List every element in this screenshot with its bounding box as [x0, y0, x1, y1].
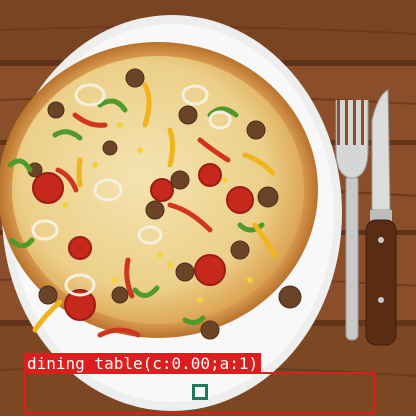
green-square-marker — [192, 384, 208, 400]
detection-label: dining table(c:0.00;a:1) — [24, 353, 262, 374]
photo-scene: dining table(c:0.00;a:1) — [0, 0, 416, 416]
pizza — [0, 42, 318, 340]
